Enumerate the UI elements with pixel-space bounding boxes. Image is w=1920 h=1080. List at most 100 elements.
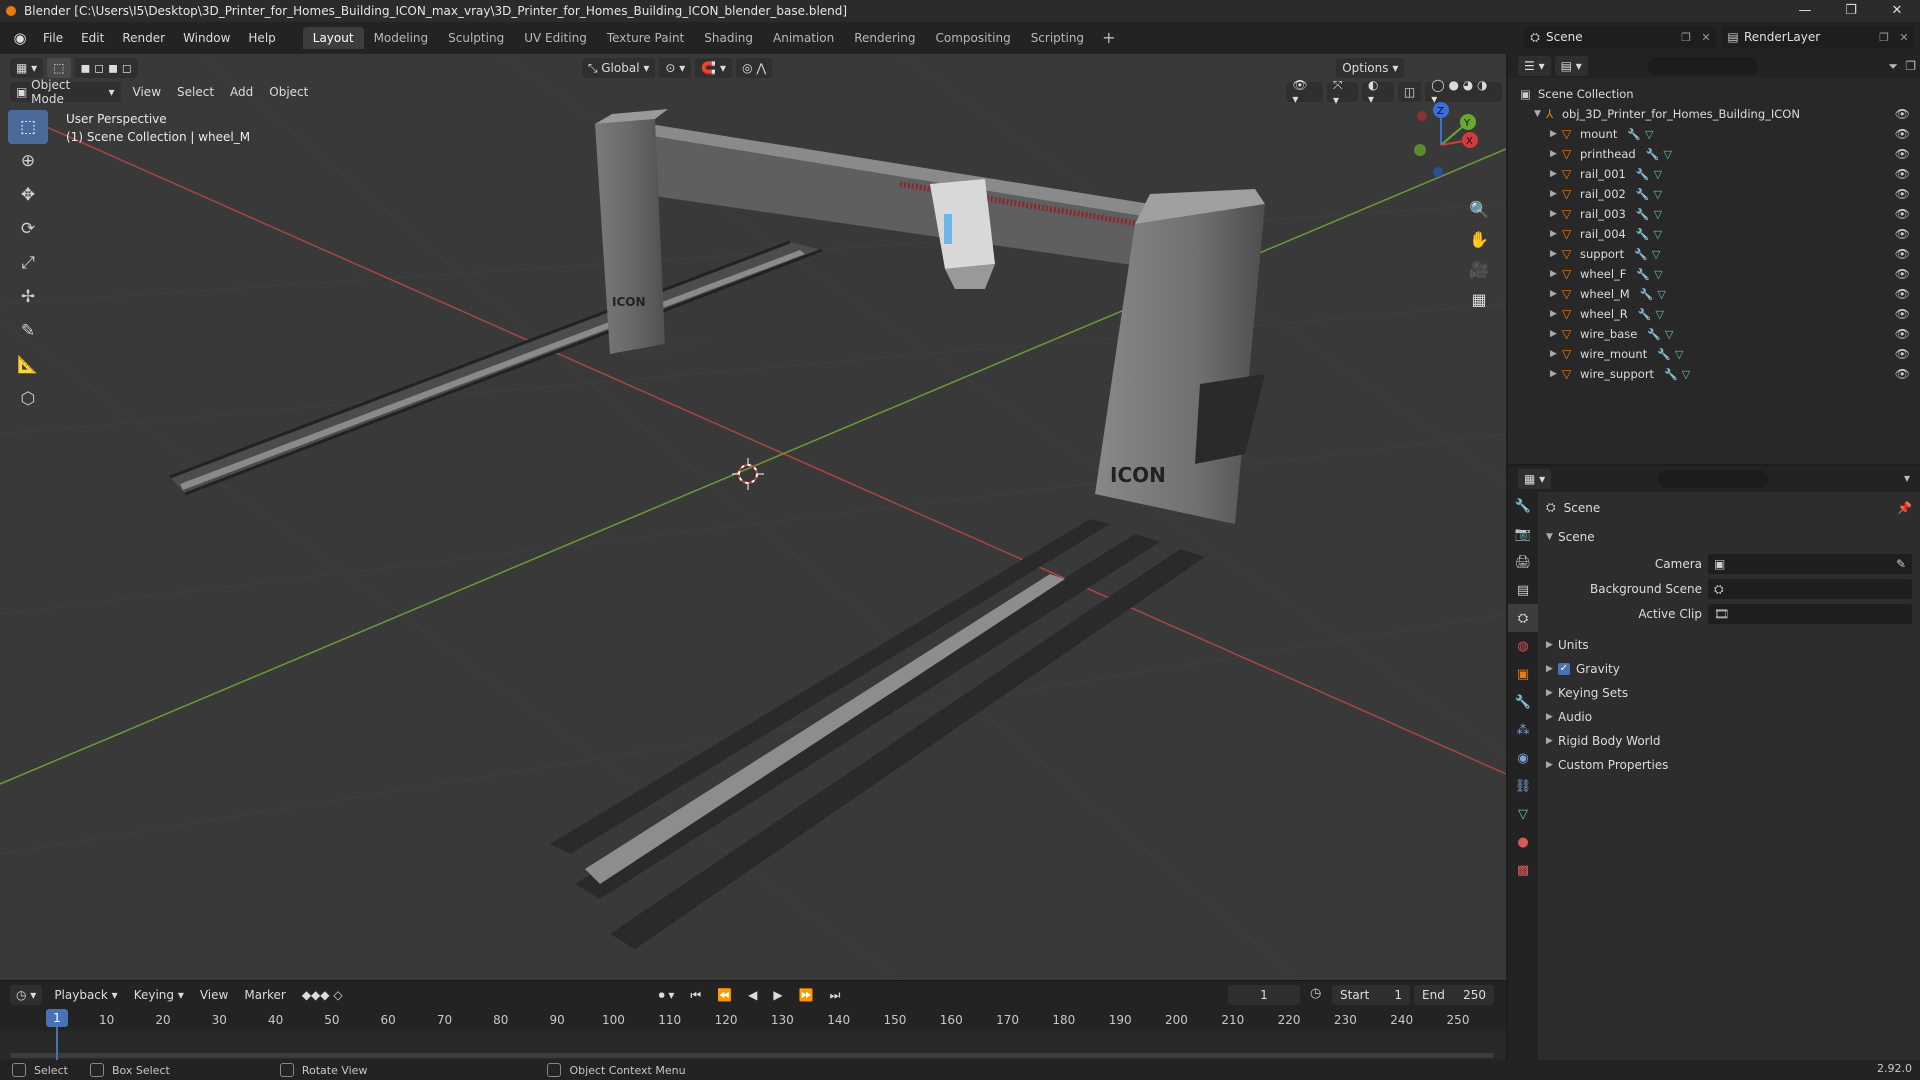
object-tab-icon[interactable]: ▣ [1508, 660, 1538, 688]
expand-icon[interactable]: ▼ [1534, 109, 1546, 119]
expand-icon[interactable]: ▶ [1550, 349, 1562, 359]
visibility-eye-icon[interactable]: 👁 [1895, 187, 1910, 201]
outliner-item-wire-base[interactable]: ▶ ▽ wire_base 🔧 ▽ 👁 [1508, 324, 1920, 344]
tab-animation[interactable]: Animation [763, 27, 844, 49]
outliner-item-wire-support[interactable]: ▶ ▽ wire_support 🔧 ▽ 👁 [1508, 364, 1920, 384]
delete-scene-icon[interactable]: ✕ [1696, 31, 1716, 44]
menu-window[interactable]: Window [174, 27, 239, 49]
3d-viewport[interactable]: ICON ICON ▦ ▾ ⬚ ◼ ◻ ◼ ◻ ⤡ Global ▾ ⊙ ▾ 🧲… [0, 54, 1506, 980]
next-keyframe-button[interactable]: ⏩ [791, 988, 822, 1002]
expand-icon[interactable]: ▶ [1550, 309, 1562, 319]
outliner-item-rail-004[interactable]: ▶ ▽ rail_004 🔧 ▽ 👁 [1508, 224, 1920, 244]
mesh-data-icon[interactable]: ▽ [1654, 228, 1662, 241]
expand-icon[interactable]: ▶ [1550, 129, 1562, 139]
tab-scripting[interactable]: Scripting [1021, 27, 1094, 49]
modifier-icon[interactable]: 🔧 [1627, 128, 1641, 141]
tool-tab-icon[interactable]: 🔧 [1508, 492, 1538, 520]
rotate-tool-icon[interactable]: ⟳ [8, 212, 48, 246]
expand-icon[interactable]: ▶ [1550, 369, 1562, 379]
start-frame-field[interactable]: Start 1 [1332, 985, 1410, 1005]
end-frame-field[interactable]: End 250 [1414, 985, 1494, 1005]
jump-end-button[interactable]: ⏭ [822, 988, 849, 1003]
expand-icon[interactable]: ▶ [1550, 329, 1562, 339]
timeline-editor-type-button[interactable]: ◷ ▾ [10, 985, 43, 1005]
texture-tab-icon[interactable]: ▩ [1508, 856, 1538, 884]
mesh-data-icon[interactable]: ▽ [1657, 288, 1665, 301]
visibility-eye-icon[interactable]: 👁 [1895, 307, 1910, 321]
outliner-item-rail-001[interactable]: ▶ ▽ rail_001 🔧 ▽ 👁 [1508, 164, 1920, 184]
mesh-data-icon[interactable]: ▽ [1654, 168, 1662, 181]
playhead[interactable]: 1 [46, 1009, 68, 1027]
move-tool-icon[interactable]: ✥ [8, 178, 48, 212]
timeline-menu-view[interactable]: View [192, 988, 236, 1002]
mesh-data-icon[interactable]: ▽ [1645, 128, 1653, 141]
modifier-icon[interactable]: 🔧 [1634, 248, 1648, 261]
add-cube-tool-icon[interactable]: ⬡ [8, 382, 48, 416]
outliner-item-rail-003[interactable]: ▶ ▽ rail_003 🔧 ▽ 👁 [1508, 204, 1920, 224]
pin-icon[interactable]: 📌 [1897, 501, 1912, 515]
preview-range-icon[interactable]: ◷ [1310, 986, 1321, 1001]
physics-tab-icon[interactable]: ◉ [1508, 744, 1538, 772]
zoom-icon[interactable]: 🔍 [1464, 194, 1494, 224]
visibility-eye-icon[interactable]: 👁 [1895, 287, 1910, 301]
overlay-toggle[interactable]: ◐ ▾ [1361, 78, 1394, 106]
new-collection-icon[interactable]: ❐ [1905, 59, 1916, 73]
pivot-point-dropdown[interactable]: ⊙ ▾ [659, 58, 692, 78]
jump-start-button[interactable]: ⏮ [682, 988, 709, 1003]
modifier-icon[interactable]: 🔧 [1640, 288, 1654, 301]
expand-icon[interactable]: ▶ [1550, 249, 1562, 259]
outliner-item-wheel-R[interactable]: ▶ ▽ wheel_R 🔧 ▽ 👁 [1508, 304, 1920, 324]
timeline-ruler[interactable]: 1102030405060708090100110120130140150160… [0, 1009, 1506, 1031]
mesh-data-icon[interactable]: ▽ [1675, 348, 1683, 361]
eyedropper-icon[interactable]: ✎ [1896, 557, 1906, 571]
expand-icon[interactable]: ▶ [1550, 149, 1562, 159]
maximize-button[interactable]: ❐ [1828, 0, 1874, 22]
section-custom-properties[interactable]: ▶ Custom Properties [1538, 758, 1920, 772]
options-dropdown[interactable]: Options ▾ [1336, 58, 1405, 78]
blender-menu-icon[interactable]: ◉ [6, 24, 34, 52]
outliner-editor-type-button[interactable]: ☰ ▾ [1518, 56, 1551, 76]
output-tab-icon[interactable]: 🖨 [1508, 548, 1538, 576]
keyframe-buttons[interactable]: ◆◆◆ ◇ [294, 988, 351, 1002]
material-tab-icon[interactable]: ● [1508, 828, 1538, 856]
world-tab-icon[interactable]: ◍ [1508, 632, 1538, 660]
new-view-layer-icon[interactable]: ❐ [1874, 31, 1894, 44]
visibility-eye-icon[interactable]: 👁 [1895, 147, 1910, 161]
viewport-scene[interactable]: ICON ICON [0, 54, 1506, 980]
section-gravity[interactable]: ▶ ✓ Gravity [1538, 662, 1920, 676]
expand-icon[interactable]: ▶ [1550, 209, 1562, 219]
active-clip-field[interactable]: 🎞 [1708, 604, 1912, 624]
tab-compositing[interactable]: Compositing [925, 27, 1020, 49]
properties-options-icon[interactable]: ▾ [1904, 471, 1910, 485]
mesh-data-icon[interactable]: ▽ [1654, 268, 1662, 281]
expand-icon[interactable]: ▶ [1550, 169, 1562, 179]
tab-shading[interactable]: Shading [694, 27, 763, 49]
scene-tab-icon[interactable]: ⛭ [1508, 604, 1538, 632]
scene-panel-header[interactable]: ▼ Scene [1538, 530, 1920, 544]
mesh-data-icon[interactable]: ▽ [1654, 208, 1662, 221]
section-units[interactable]: ▶ Units [1538, 638, 1920, 652]
expand-icon[interactable]: ▶ [1550, 189, 1562, 199]
outliner-item-support[interactable]: ▶ ▽ support 🔧 ▽ 👁 [1508, 244, 1920, 264]
visibility-eye-icon[interactable]: 👁 [1895, 227, 1910, 241]
perspective-toggle-icon[interactable]: ▦ [1464, 284, 1494, 314]
outliner-item-printhead[interactable]: ▶ ▽ printhead 🔧 ▽ 👁 [1508, 144, 1920, 164]
modifier-icon[interactable]: 🔧 [1657, 348, 1671, 361]
tab-layout[interactable]: Layout [302, 27, 364, 49]
visibility-eye-icon[interactable]: 👁 [1895, 107, 1910, 121]
visibility-eye-icon[interactable]: 👁 [1895, 347, 1910, 361]
modifier-icon[interactable]: 🔧 [1636, 228, 1650, 241]
tab-texture-paint[interactable]: Texture Paint [597, 27, 694, 49]
camera-view-icon[interactable]: 🎥 [1464, 254, 1494, 284]
particles-tab-icon[interactable]: ⁂ [1508, 716, 1538, 744]
visibility-eye-icon[interactable]: 👁 [1895, 127, 1910, 141]
cursor-tool-icon[interactable]: ⊕ [8, 144, 48, 178]
tab-rendering[interactable]: Rendering [844, 27, 925, 49]
outliner-search-input[interactable] [1648, 57, 1758, 75]
timeline-track[interactable] [0, 1031, 1506, 1061]
navigation-gizmo[interactable]: Z Y X [1396, 100, 1486, 190]
prev-keyframe-button[interactable]: ⏪ [709, 988, 740, 1002]
3d-cursor[interactable] [732, 458, 764, 490]
mesh-data-icon[interactable]: ▽ [1663, 148, 1671, 161]
view-layer-selector[interactable]: ▤ RenderLayer ❐ ✕ [1722, 26, 1914, 48]
